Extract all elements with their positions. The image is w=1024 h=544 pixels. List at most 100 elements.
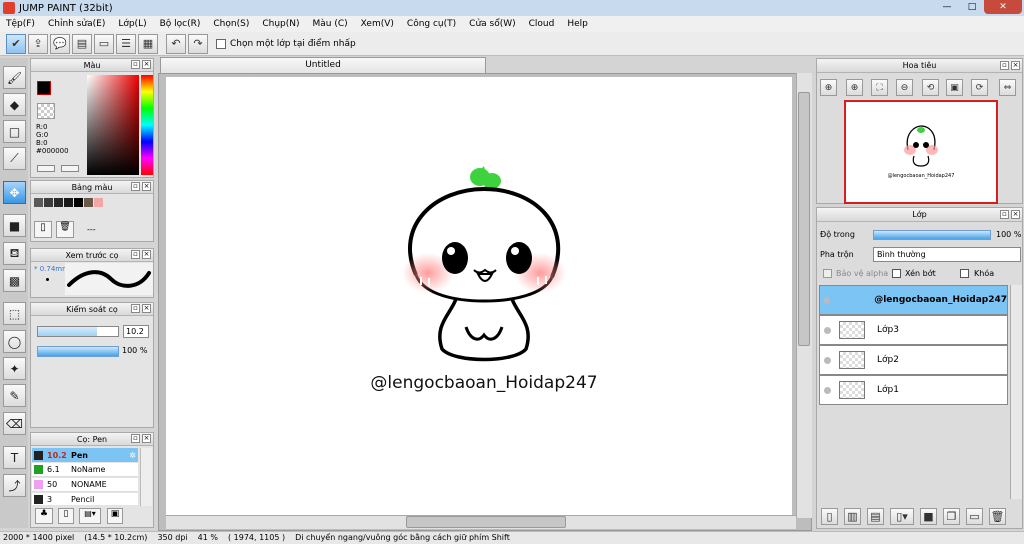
menu-cloud[interactable]: Cloud [529,19,555,29]
close-icon[interactable]: × [142,182,151,191]
line-tool-icon[interactable]: ⟋ [3,147,26,170]
zoom-in-icon[interactable]: ⊕ [820,79,837,96]
menu-filter[interactable]: Bộ lọc(R) [160,19,201,29]
eraser-tool-icon[interactable]: ◆ [3,93,26,116]
blend-mode-select[interactable]: Bình thường [873,247,1021,262]
bucket-tool-icon[interactable]: ⛾ [3,242,26,265]
delete-swatch-icon[interactable]: 🗑 [56,221,74,238]
marquee-tool-icon[interactable]: ⬚ [3,302,26,325]
float-icon[interactable]: ▫ [131,304,140,313]
document-tab[interactable]: Untitled [160,57,486,73]
new-swatch-icon[interactable]: ▯ [34,221,52,238]
gradient-tool-icon[interactable]: ▩ [3,269,26,292]
close-button[interactable]: ✕ [984,0,1022,14]
visibility-icon[interactable] [824,326,831,334]
tree-icon[interactable]: ♣ [35,508,53,524]
rotate-right-icon[interactable]: ⟳ [971,79,988,96]
close-icon[interactable]: × [142,250,151,259]
folder-icon[interactable]: ■ [920,507,937,525]
brush-item-noname-upper[interactable]: 50 NONAME [32,478,138,492]
swatch[interactable] [94,198,103,207]
menu-edit[interactable]: Chỉnh sửa(E) [48,19,105,29]
export-icon[interactable]: ⇪ [28,33,48,54]
swatch[interactable] [84,198,93,207]
new-vector-layer-icon[interactable]: ▥ [844,507,861,525]
select-layer-checkbox[interactable] [216,38,226,49]
menu-capture[interactable]: Chụp(N) [262,19,299,29]
clipping-checkbox[interactable] [892,269,901,278]
swatch[interactable] [64,198,73,207]
delete-layer-icon[interactable]: 🗑 [989,507,1006,525]
menu-window[interactable]: Cửa sổ(W) [469,19,515,29]
brush-copy-icon[interactable]: ▣ [107,508,123,524]
comment-icon[interactable]: 💬 [50,33,70,54]
horizontal-scroll-thumb[interactable] [406,516,566,528]
layer-row[interactable]: Lớp3 [819,315,1008,345]
layer-opacity-slider[interactable] [873,230,991,240]
brush-menu-icon[interactable]: ▤▾ [79,508,101,524]
float-icon[interactable]: ▫ [131,434,140,443]
protect-alpha-checkbox[interactable] [823,269,832,278]
magic-wand-tool-icon[interactable]: ✦ [3,357,26,380]
float-icon[interactable]: ▫ [1000,61,1009,70]
float-icon[interactable]: ▫ [1000,210,1009,219]
lasso-tool-icon[interactable]: ◯ [3,330,26,353]
menu-layer[interactable]: Lớp(L) [118,19,146,29]
visibility-icon[interactable] [824,386,831,394]
brush-list-scrollbar[interactable] [140,448,152,506]
layer-row[interactable]: Lớp1 [819,375,1008,405]
redo-icon[interactable]: ↷ [188,33,208,54]
float-icon[interactable]: ▫ [131,60,140,69]
merge-layer-icon[interactable]: ▭ [966,507,983,525]
select-eraser-tool-icon[interactable]: ⌫ [3,412,26,435]
maximize-button[interactable]: □ [960,0,984,14]
grid-icon[interactable]: ▦ [138,33,158,54]
swatch[interactable] [54,198,63,207]
navigator-preview[interactable]: @lengocbaoan_Hoidap247 [844,100,998,204]
hue-slider[interactable] [141,75,153,175]
fill-rect-tool-icon[interactable]: ■ [3,214,26,237]
zoom-out-icon[interactable]: ⊖ [896,79,913,96]
actual-size-icon[interactable]: ▣ [946,79,963,96]
visibility-icon[interactable] [824,356,831,364]
foreground-color[interactable] [37,81,51,95]
menu-select[interactable]: Chọn(S) [213,19,249,29]
close-icon[interactable]: × [142,60,151,69]
reset-button[interactable] [61,165,79,172]
brush-item-pencil[interactable]: 3 Pencil [32,493,138,505]
new-folder-layer-icon[interactable]: ▤ [867,507,884,525]
menu-color[interactable]: Màu (C) [313,19,348,29]
close-icon[interactable]: × [1011,210,1020,219]
undo-icon[interactable]: ↶ [166,33,186,54]
color-square[interactable] [87,75,139,175]
swatch[interactable] [74,198,83,207]
swatch[interactable] [34,198,43,207]
rotate-left-icon[interactable]: ⟲ [922,79,939,96]
lock-checkbox[interactable] [960,269,969,278]
menu-file[interactable]: Tệp(F) [6,19,35,29]
brush-settings-icon[interactable]: ✲ [129,451,136,460]
float-icon[interactable]: ▫ [131,182,140,191]
visibility-icon[interactable] [824,296,831,304]
fit-icon[interactable]: ⛶ [871,79,888,96]
select-pen-tool-icon[interactable]: ✎ [3,384,26,407]
copy-layer-icon[interactable]: ❐ [943,507,960,525]
size-value[interactable]: 10.2 [123,325,149,338]
brush-tool-icon[interactable]: 🖌 [3,66,26,89]
transparent-color[interactable] [37,103,55,119]
layer-row[interactable]: @lengocbaoan_Hoidap247 [819,285,1008,315]
vertical-scroll-thumb[interactable] [798,92,810,346]
minimize-button[interactable]: — [934,0,960,14]
layers-scrollbar[interactable] [1010,285,1022,499]
layer-row[interactable]: Lớp2 [819,345,1008,375]
rect-select-tool-icon[interactable]: □ [3,120,26,143]
drawing-canvas[interactable]: @lengocbaoan_Hoidap247 [166,77,792,515]
move-tool-icon[interactable]: ✥ [3,181,26,204]
menu-tools[interactable]: Công cụ(T) [407,19,456,29]
brush-item-pen[interactable]: 10.2 Pen ✲ [32,448,138,462]
close-icon[interactable]: × [142,434,151,443]
menu-view[interactable]: Xem(V) [361,19,394,29]
size-slider[interactable] [37,326,119,337]
new-brush-icon[interactable]: ▯ [58,508,74,524]
opacity-slider[interactable] [37,346,119,357]
